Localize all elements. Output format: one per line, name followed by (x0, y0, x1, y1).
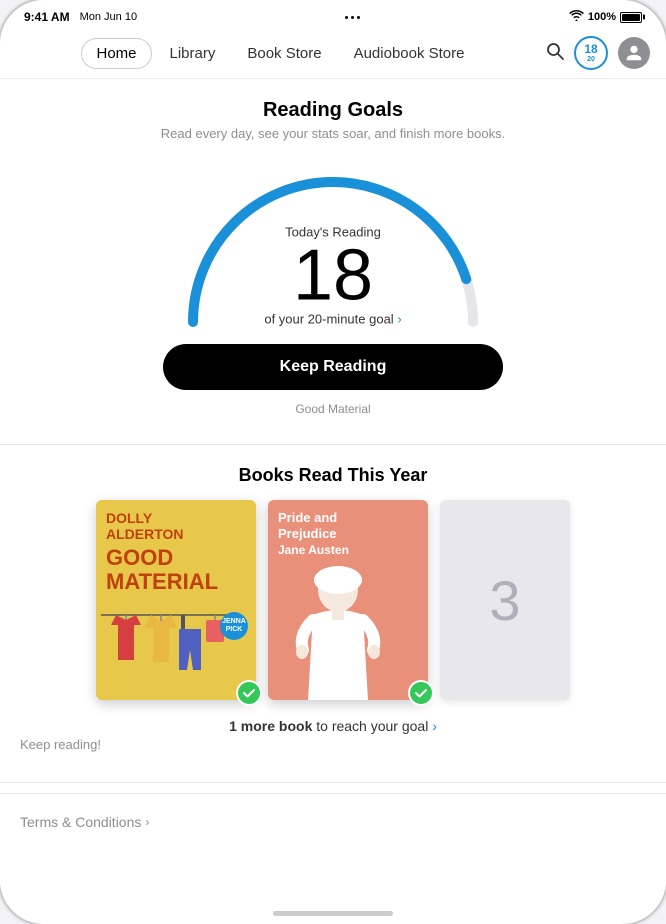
terms-section: Terms & Conditions › (0, 793, 666, 840)
dot2 (351, 16, 354, 19)
search-icon[interactable] (546, 42, 564, 65)
badge-number: 18 (584, 43, 597, 56)
nav-item-audiobookstore[interactable]: Audiobook Store (340, 39, 479, 68)
gauge-goal-chevron[interactable]: › (397, 311, 401, 326)
pp-author: Jane Austen (278, 543, 418, 557)
battery-fill (622, 14, 640, 21)
books-section: Books Read This Year DOLLYALDERTON GOODM… (0, 455, 666, 772)
placeholder-number: 3 (489, 568, 520, 633)
nav-item-bookstore[interactable]: Book Store (233, 39, 335, 68)
gauge-goal-text: of your 20-minute goal › (264, 311, 401, 326)
goal-cta: 1 more book to reach your goal › (20, 718, 646, 734)
section-divider (0, 444, 666, 445)
book-pride-prejudice[interactable]: Pride andPrejudice Jane Austen (268, 500, 428, 700)
terms-chevron: › (145, 815, 149, 829)
books-section-title: Books Read This Year (20, 465, 646, 486)
bottom-spacer (0, 840, 666, 900)
gauge-goal-label: of your 20-minute goal (264, 311, 393, 326)
pride-cover-design: Pride andPrejudice Jane Austen (268, 500, 428, 700)
nav-item-home[interactable]: Home (81, 38, 151, 69)
battery-display: 100% (588, 11, 616, 23)
status-right: 100% (569, 10, 642, 24)
terms-link[interactable]: Terms & Conditions › (20, 814, 646, 830)
badge-content: 18 20 (584, 43, 597, 64)
good-material-completed-badge (236, 680, 262, 706)
date-display: Mon Jun 10 (80, 11, 137, 23)
device-frame: 9:41 AM Mon Jun 10 100% Home Library Boo… (0, 0, 666, 924)
book-placeholder-3: 3 (440, 500, 570, 700)
status-bar: 9:41 AM Mon Jun 10 100% (0, 0, 666, 28)
reading-goals-section: Reading Goals Read every day, see your s… (0, 79, 666, 434)
keep-reading-subtitle: Good Material (20, 402, 646, 416)
gm-good: GOODMATERIAL (106, 546, 246, 594)
dot1 (345, 16, 348, 19)
good-material-cover: DOLLYALDERTON GOODMATERIAL (96, 500, 256, 700)
nav-item-library[interactable]: Library (156, 39, 230, 68)
nav-right: 18 20 (546, 36, 650, 70)
reading-goals-subtitle: Read every day, see your stats soar, and… (20, 126, 646, 141)
terms-divider (0, 782, 666, 783)
pride-prejudice-cover: Pride andPrejudice Jane Austen (268, 500, 428, 700)
pp-title: Pride andPrejudice (278, 510, 418, 541)
pp-illustration (268, 560, 408, 700)
goal-keep-reading: Keep reading! (20, 737, 646, 752)
keep-reading-button[interactable]: Keep Reading (163, 344, 503, 390)
goal-cta-suffix: to reach your goal (312, 718, 432, 734)
terms-label: Terms & Conditions (20, 814, 141, 830)
checkmark-icon-2 (414, 686, 428, 700)
status-dots (345, 16, 360, 19)
pride-prejudice-completed-badge (408, 680, 434, 706)
battery-icon (620, 12, 642, 23)
profile-icon[interactable] (618, 37, 650, 69)
gm-badge: JENNAPICK (220, 612, 248, 640)
wifi-icon (569, 10, 584, 24)
user-icon (625, 44, 643, 62)
nav-items: Home Library Book Store Audiobook Store (16, 38, 544, 69)
top-nav: Home Library Book Store Audiobook Store … (0, 28, 666, 79)
book-good-material[interactable]: DOLLYALDERTON GOODMATERIAL (96, 500, 256, 700)
home-indicator[interactable] (273, 911, 393, 916)
dot3 (357, 16, 360, 19)
badge-sub: 20 (584, 56, 597, 64)
gauge-minutes: 18 (264, 239, 401, 311)
gm-dolly: DOLLYALDERTON (106, 510, 246, 542)
books-grid: DOLLYALDERTON GOODMATERIAL (20, 500, 646, 700)
goal-cta-strong: 1 more book (229, 718, 312, 734)
checkmark-icon (242, 686, 256, 700)
main-content: Reading Goals Read every day, see your s… (0, 79, 666, 907)
gm-illustration (96, 590, 236, 700)
gauge-text: Today's Reading 18 of your 20-minute goa… (264, 224, 401, 326)
status-time: 9:41 AM Mon Jun 10 (24, 10, 137, 24)
goal-chevron[interactable]: › (432, 718, 437, 734)
reading-gauge: Today's Reading 18 of your 20-minute goa… (173, 157, 493, 332)
time-display: 9:41 AM (24, 10, 70, 24)
reading-progress-badge[interactable]: 18 20 (574, 36, 608, 70)
reading-goals-title: Reading Goals (20, 99, 646, 122)
good-material-design: DOLLYALDERTON GOODMATERIAL (96, 500, 256, 700)
